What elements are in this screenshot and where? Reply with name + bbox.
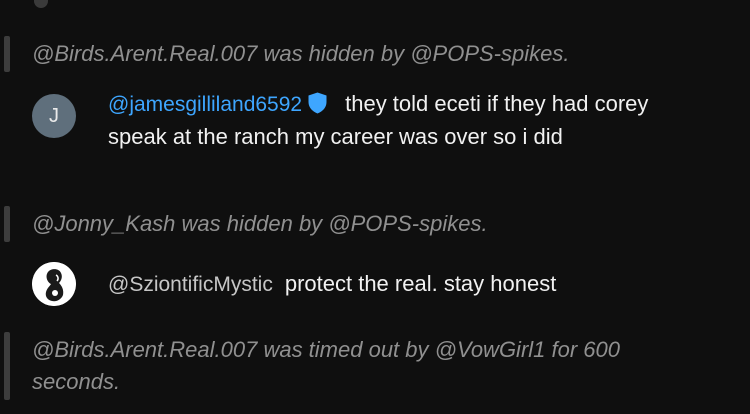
moderation-text: @Birds.Arent.Real.007 was hidden by @POP… (32, 41, 570, 66)
message-body: @jamesgilliland6592 they told eceti if th… (108, 88, 710, 153)
author-name[interactable]: @SziontificMystic (108, 273, 273, 296)
moderation-message: @Birds.Arent.Real.007 was hidden by @POP… (0, 34, 750, 74)
chat-message[interactable]: J @jamesgilliland6592 they told eceti if … (0, 88, 750, 184)
previous-message-edge (34, 0, 48, 8)
moderation-message: @Birds.Arent.Real.007 was timed out by @… (0, 330, 750, 402)
moderation-message: @Jonny_Kash was hidden by @POPS-spikes. (0, 204, 750, 244)
moderation-text: @Birds.Arent.Real.007 was timed out by @… (32, 337, 620, 394)
live-chat-panel: @Birds.Arent.Real.007 was hidden by @POP… (0, 0, 750, 414)
avatar[interactable]: J (32, 94, 76, 138)
moderation-bar (4, 206, 10, 242)
moderator-shield-icon (308, 91, 327, 114)
avatar[interactable] (32, 262, 76, 306)
author-name[interactable]: @jamesgilliland6592 (108, 93, 302, 116)
message-text: protect the real. stay honest (284, 271, 557, 296)
avatar-letter: J (49, 104, 59, 127)
chat-message[interactable]: @SziontificMystic protect the real. stay … (0, 260, 750, 310)
message-body: @SziontificMystic protect the real. stay … (108, 268, 710, 301)
profile-silhouette-icon (32, 262, 76, 306)
moderation-bar (4, 36, 10, 72)
moderation-bar (4, 332, 10, 400)
moderation-text: @Jonny_Kash was hidden by @POPS-spikes. (32, 211, 488, 236)
